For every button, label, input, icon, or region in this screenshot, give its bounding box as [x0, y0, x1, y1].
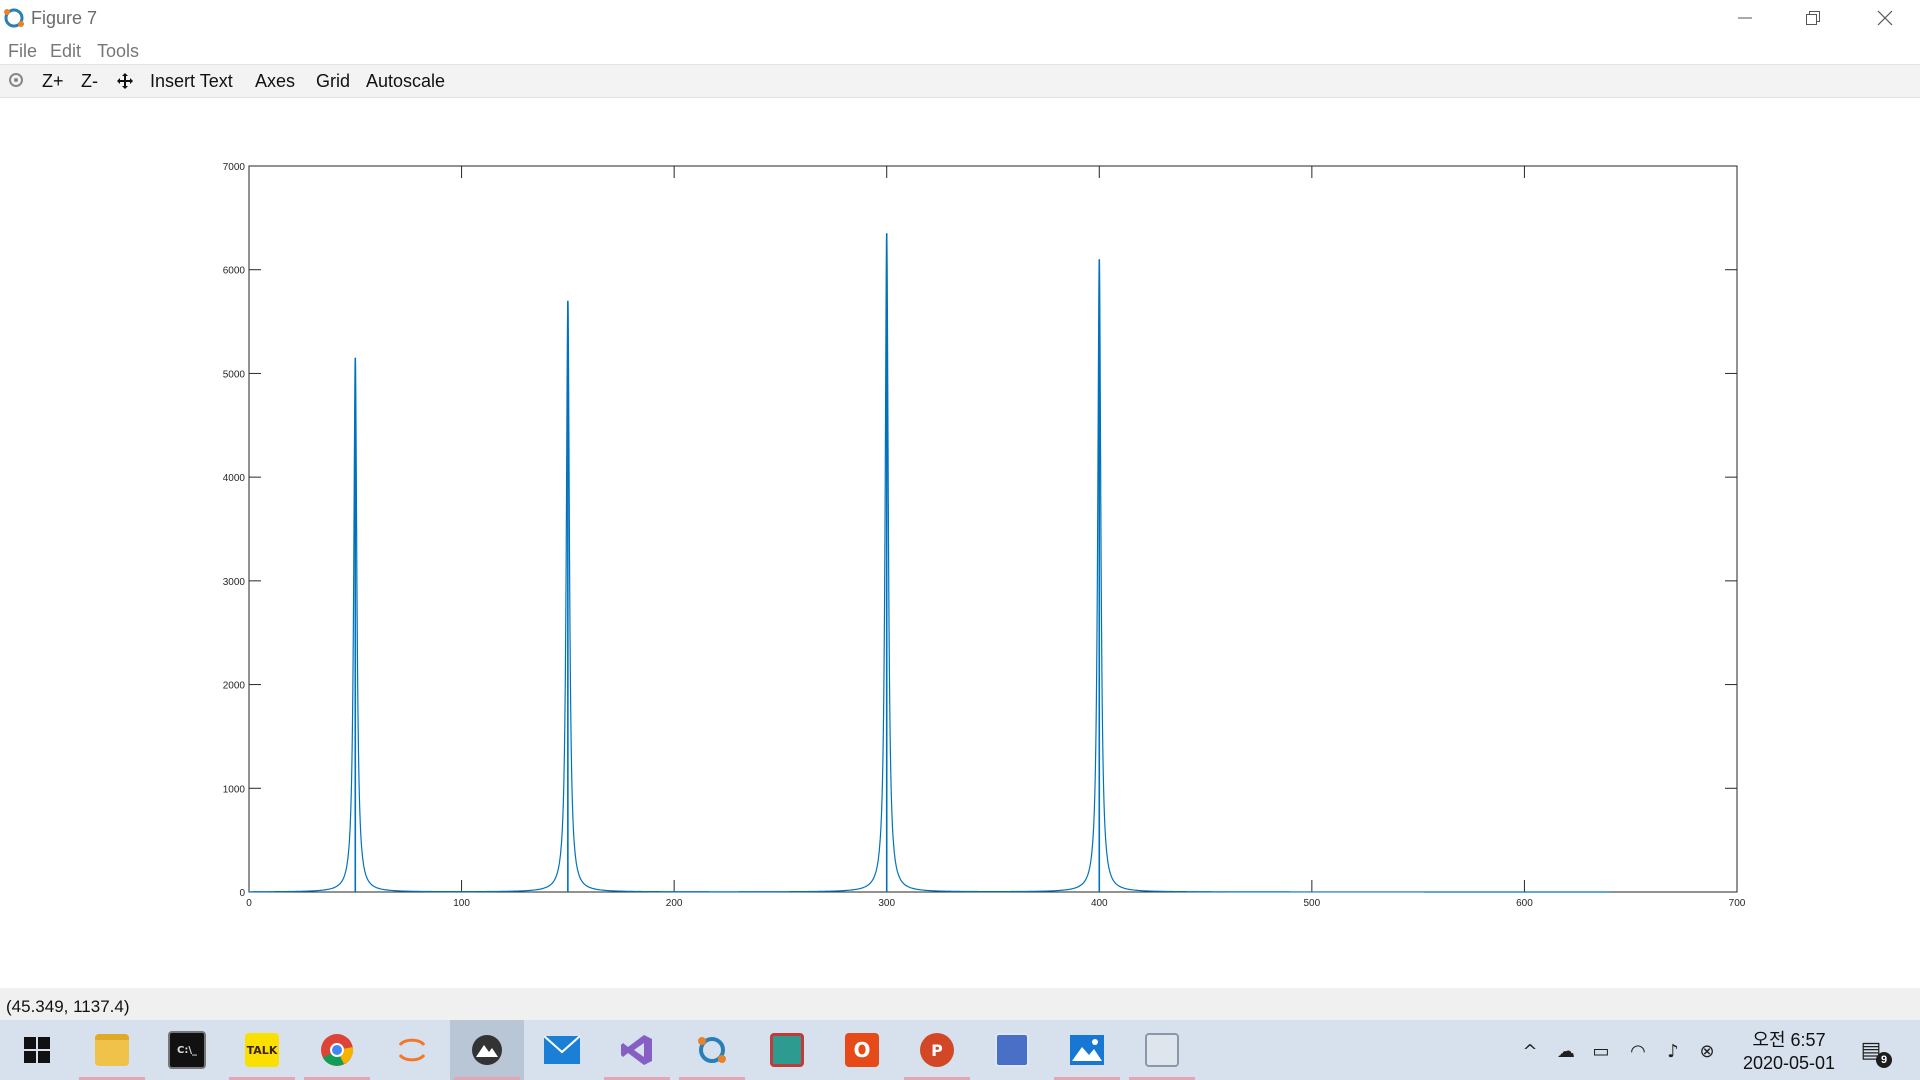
screenshot-tool-icon [770, 1033, 804, 1067]
figure-toolbar: Z+ Z- Insert Text Axes Grid Autoscale [0, 64, 1920, 98]
zoom-out-button[interactable]: Z- [81, 71, 98, 92]
menu-bar: File Edit Tools [0, 36, 1920, 64]
rotate-tool-button[interactable] [8, 72, 24, 93]
y-tick-label: 3000 [223, 577, 246, 588]
windows-logo-icon [24, 1037, 50, 1063]
octave-icon [698, 1037, 726, 1063]
taskbar-kakaotalk[interactable]: TALK [225, 1020, 299, 1080]
x-tick-label: 700 [1729, 898, 1746, 909]
x-tick-label: 100 [453, 898, 470, 909]
clock-date[interactable]: 2020-05-01 [1734, 1053, 1844, 1074]
document-reader-icon [995, 1033, 1029, 1067]
x-tick-label: 200 [666, 898, 683, 909]
autoscale-button[interactable]: Autoscale [366, 71, 445, 92]
close-button[interactable] [1850, 0, 1920, 36]
clock-time[interactable]: 오전 6:57 [1734, 1026, 1844, 1052]
y-tick-label: 4000 [223, 473, 246, 484]
title-bar: Figure 7 [0, 0, 1920, 36]
octave-app-icon [4, 8, 24, 28]
y-tick-label: 5000 [223, 369, 246, 380]
show-hidden-icons-chevron-up-icon[interactable]: ^ [1517, 1038, 1543, 1064]
rotate-icon [9, 73, 23, 87]
restore-icon [1806, 11, 1820, 25]
x-tick-label: 500 [1304, 898, 1321, 909]
chrome-icon [321, 1034, 354, 1066]
x-tick-label: 300 [878, 898, 895, 909]
onedrive-cloud-icon[interactable]: ☁ [1553, 1038, 1579, 1064]
pan-move-icon [117, 73, 133, 89]
taskbar-octave[interactable] [675, 1020, 749, 1080]
taskbar-office[interactable]: O [825, 1020, 899, 1080]
cursor-coordinates: (45.349, 1137.4) [6, 997, 130, 1016]
taskbar-file-explorer[interactable] [75, 1020, 149, 1080]
taskbar: C:\_ TALK O P ^ ☁ ▭ ◠ ♪ ⊗ 오전 6:57 2020-0… [0, 1020, 1920, 1080]
menu-tools[interactable]: Tools [97, 41, 139, 62]
pan-tool-button[interactable] [116, 72, 134, 95]
x-tick-label: 600 [1516, 898, 1533, 909]
taskbar-octave-figure[interactable] [450, 1020, 524, 1080]
kakaotalk-icon: TALK [245, 1033, 279, 1067]
taskbar-powerpoint[interactable]: P [900, 1020, 974, 1080]
plot-area[interactable]: 0 100 200 300 400 500 600 700 0 1000 2000 3000 4000 5… [0, 98, 1920, 988]
figure-canvas[interactable]: 0 100 200 300 400 500 600 700010002000300040005… [0, 98, 1920, 988]
wifi-icon[interactable]: ◠ [1625, 1038, 1651, 1064]
taskbar-mail[interactable] [525, 1020, 599, 1080]
battery-icon[interactable]: ▭ [1588, 1038, 1614, 1064]
jupyter-icon [398, 1038, 426, 1062]
axes-button[interactable]: Axes [255, 71, 295, 92]
notification-count-badge: 9 [1876, 1052, 1892, 1068]
x-tick-label: 400 [1091, 898, 1108, 909]
y-tick-label: 6000 [223, 266, 246, 277]
taskbar-network-monitor[interactable] [1125, 1020, 1199, 1080]
taskbar-chrome[interactable] [300, 1020, 374, 1080]
y-tick-label: 1000 [223, 784, 246, 795]
taskbar-visual-studio[interactable] [600, 1020, 674, 1080]
volume-icon[interactable]: ♪ [1660, 1038, 1686, 1064]
status-bar: (45.349, 1137.4) [0, 988, 1920, 1020]
photos-icon [1070, 1035, 1104, 1065]
figure-window-icon [472, 1035, 502, 1065]
insert-text-button[interactable]: Insert Text [150, 71, 233, 92]
zoom-in-button[interactable]: Z+ [42, 71, 64, 92]
folder-icon [95, 1034, 129, 1066]
taskbar-reader[interactable] [975, 1020, 1049, 1080]
status-error-icon[interactable]: ⊗ [1694, 1038, 1720, 1064]
close-icon [1877, 10, 1893, 26]
axes-box [248, 165, 1738, 893]
y-tick-label: 0 [239, 888, 245, 899]
start-button[interactable] [0, 1020, 74, 1080]
monitor-icon [1145, 1033, 1179, 1067]
grid-button[interactable]: Grid [316, 71, 350, 92]
powerpoint-icon: P [920, 1033, 954, 1067]
menu-edit[interactable]: Edit [50, 41, 81, 62]
restore-button[interactable] [1778, 0, 1848, 36]
taskbar-snipping-tool[interactable] [750, 1020, 824, 1080]
visual-studio-icon [621, 1035, 652, 1065]
window-title: Figure 7 [31, 8, 98, 28]
office-icon: O [845, 1033, 879, 1067]
mail-icon [544, 1036, 580, 1064]
taskbar-jupyter[interactable] [375, 1020, 449, 1080]
menu-file[interactable]: File [8, 41, 37, 62]
minimize-icon [1738, 17, 1752, 19]
taskbar-command-prompt[interactable]: C:\_ [150, 1020, 224, 1080]
minimize-button[interactable] [1710, 0, 1780, 36]
y-tick-label: 2000 [223, 681, 246, 692]
y-tick-label: 7000 [223, 162, 246, 173]
terminal-icon: C:\_ [168, 1031, 206, 1069]
taskbar-photos[interactable] [1050, 1020, 1124, 1080]
x-tick-label: 0 [246, 898, 252, 909]
